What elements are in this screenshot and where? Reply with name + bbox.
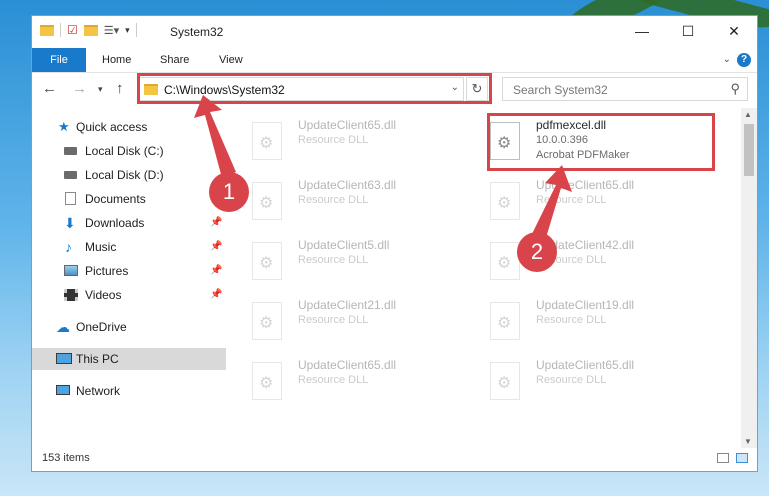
callout-marker-1: 1 <box>209 172 249 212</box>
callout-arrows <box>194 95 572 241</box>
arrow-1 <box>194 95 236 178</box>
callout-marker-2: 2 <box>517 232 557 272</box>
arrow-2 <box>531 165 572 241</box>
